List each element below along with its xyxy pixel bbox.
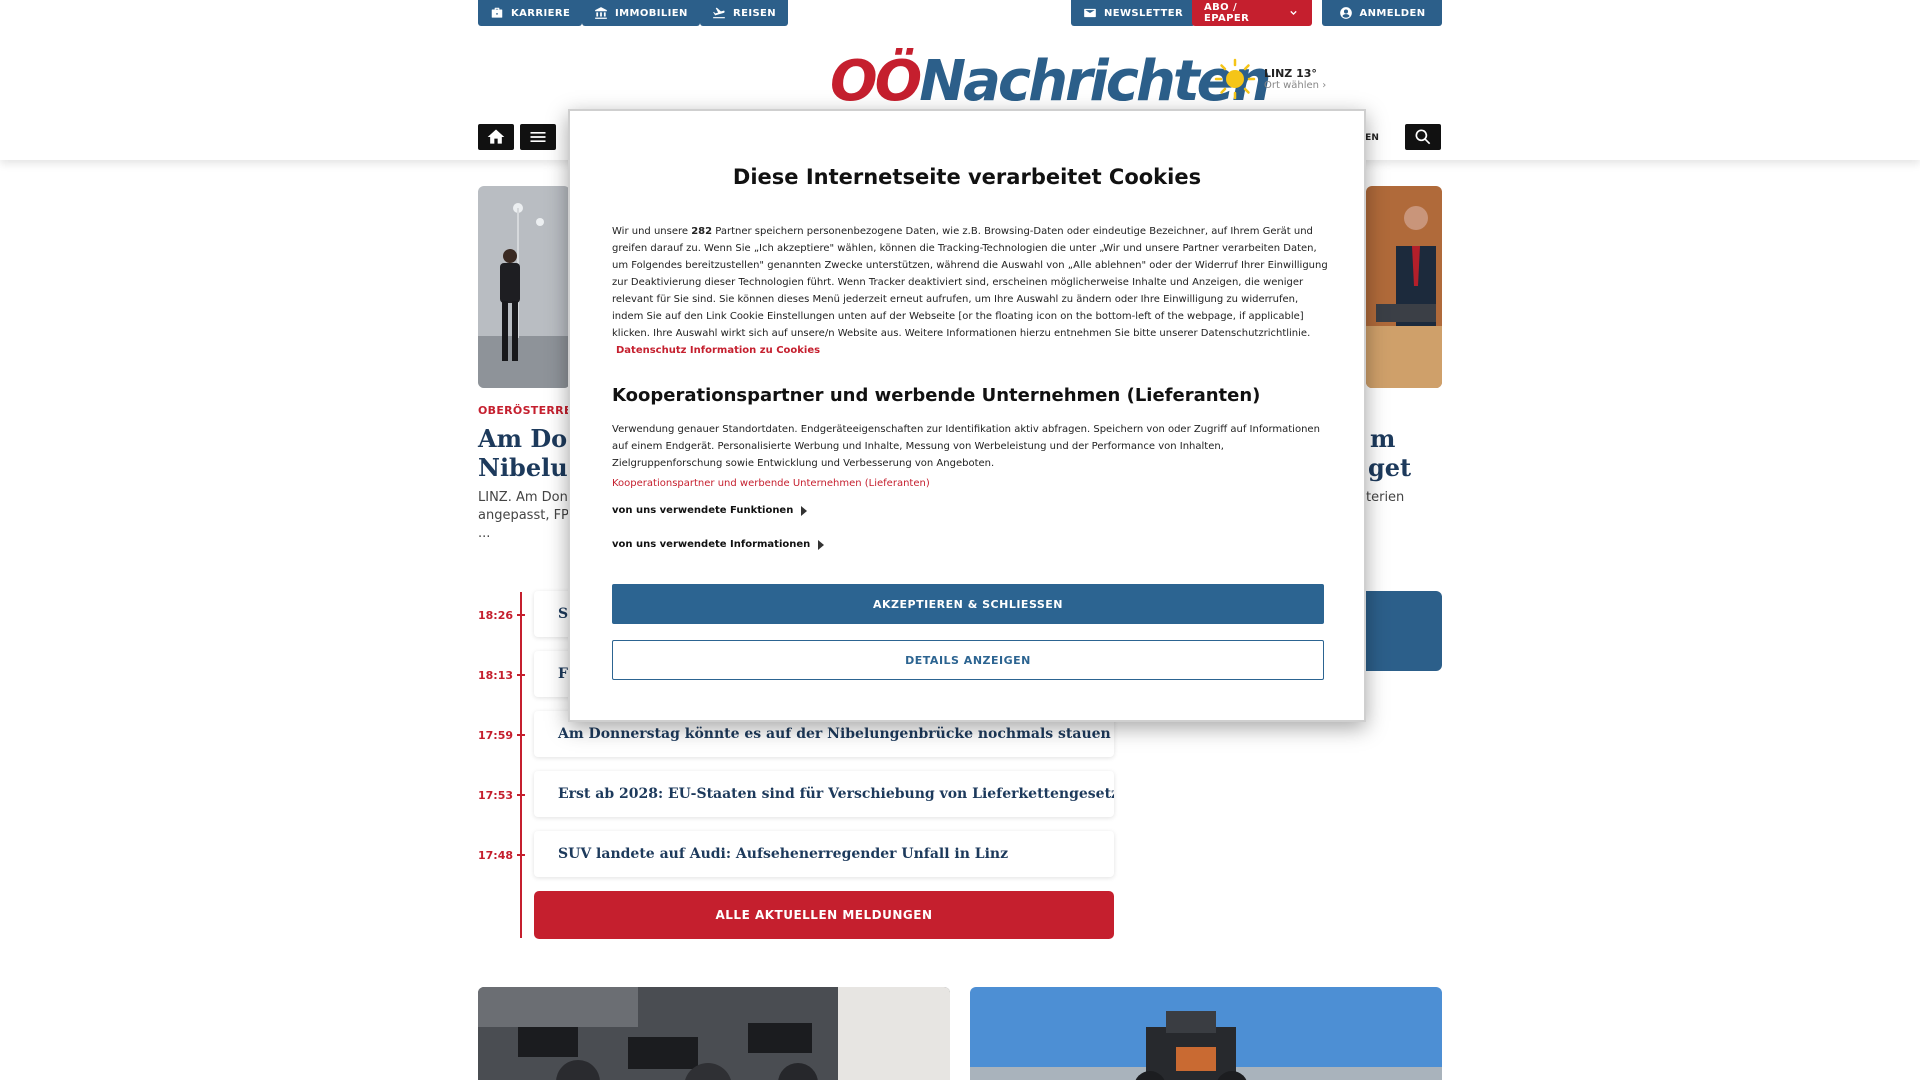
- hamburger-icon: [530, 132, 546, 142]
- ticker-time: 17:59: [478, 729, 514, 742]
- ticker-dash: [517, 854, 525, 856]
- chevron-down-icon: [1290, 10, 1297, 16]
- logo-oo: OÖ: [830, 49, 922, 114]
- weather-text: LINZ 13° Ort wählen ›: [1264, 67, 1326, 91]
- ticker-time: 17:53: [478, 789, 514, 802]
- informations-label: von uns verwendete Informationen: [612, 539, 811, 550]
- karriere-button[interactable]: KARRIERE: [478, 0, 583, 26]
- immobilien-button[interactable]: IMMOBILIEN: [582, 0, 700, 26]
- abo-label: ABO / EPAPER: [1204, 2, 1250, 24]
- anmelden-button[interactable]: ANMELDEN: [1322, 0, 1442, 26]
- informations-expander[interactable]: von uns verwendete Informationen: [612, 539, 825, 550]
- weather-location-picker[interactable]: Ort wählen ›: [1264, 80, 1326, 91]
- article-left-kicker: OBERÖSTERREI: [478, 404, 577, 417]
- immobilien-label: IMMOBILIEN: [615, 7, 688, 19]
- search-button[interactable]: [1405, 124, 1441, 150]
- weather-widget[interactable]: LINZ 13° Ort wählen ›: [1214, 58, 1326, 100]
- article-right-headline[interactable]: m get: [1368, 424, 1411, 482]
- cookie-description: Wir und unsere 282 Partner speichern per…: [612, 223, 1328, 359]
- ticker-time: 17:48: [478, 849, 514, 862]
- press-cameras-photo: [478, 987, 950, 1080]
- teaser-line-3: ...: [478, 526, 491, 541]
- cookie-title: Diese Internetseite verarbeitet Cookies: [732, 165, 1202, 189]
- ticker-title: Am Donnerstag könnte es auf der Nibelung…: [558, 726, 1111, 742]
- partners-description: Verwendung genauer Standortdaten. Endger…: [612, 424, 1320, 469]
- ticker-timeline: [520, 592, 522, 938]
- home-icon: [487, 129, 505, 144]
- ticker-title: Erst ab 2028: EU-Staaten sind für Versch…: [558, 786, 1114, 802]
- newsletter-button[interactable]: NEWSLETTER: [1071, 0, 1196, 26]
- ticker-time: 18:13: [478, 669, 514, 682]
- article-right-teaser: terien: [1366, 490, 1405, 505]
- cookie-body-pre: Wir und unsere: [612, 226, 689, 237]
- plane-icon: [713, 7, 725, 19]
- newsletter-label: NEWSLETTER: [1104, 7, 1184, 19]
- reisen-label: REISEN: [733, 7, 777, 19]
- caret-right-icon: [818, 539, 825, 550]
- bottom-left-image[interactable]: [478, 987, 950, 1080]
- bank-icon: [595, 7, 607, 19]
- partners-link[interactable]: Kooperationspartner und werbende Unterne…: [612, 478, 930, 489]
- teaser-line-2: angepasst, FPÖ: [478, 508, 580, 523]
- ticker-title: F: [558, 666, 568, 682]
- caret-right-icon: [801, 505, 808, 516]
- all-news-button[interactable]: ALLE AKTUELLEN MELDUNGEN: [534, 891, 1114, 939]
- abo-epaper-dropdown[interactable]: ABO / EPAPER: [1192, 0, 1312, 26]
- article-left-teaser: LINZ. Am Donn angepasst, FPÖ ...: [478, 489, 579, 543]
- mail-icon: [1084, 8, 1096, 18]
- ticker-dash: [517, 734, 525, 736]
- accept-and-close-button[interactable]: AKZEPTIEREN & SCHLIESSEN: [612, 584, 1324, 624]
- ticker-title: S: [558, 606, 569, 622]
- ticker-dash: [517, 674, 525, 676]
- site-logo[interactable]: OÖNachrichten: [830, 49, 1271, 114]
- functions-label: von uns verwendete Funktionen: [612, 505, 794, 516]
- chevron-right-icon: ›: [1322, 80, 1327, 91]
- show-details-button[interactable]: DETAILS ANZEIGEN: [612, 640, 1324, 680]
- partners-heading: Kooperationspartner und werbende Unterne…: [612, 385, 1261, 406]
- woman-walking-photo: [478, 186, 570, 388]
- headline-right-line-2: get: [1368, 453, 1412, 482]
- ticker-item[interactable]: SUV landete auf Audi: Aufsehenerregender…: [534, 831, 1114, 877]
- cookie-consent-dialog: Diese Internetseite verarbeitet Cookies …: [568, 109, 1366, 722]
- cookie-body-post: Partner speichern personenbezogene Daten…: [612, 226, 1328, 339]
- user-icon: [1339, 7, 1352, 19]
- anmelden-label: ANMELDEN: [1359, 7, 1426, 19]
- ticker-time: 18:26: [478, 609, 514, 622]
- teaser-line-1: LINZ. Am Donn: [478, 490, 577, 505]
- privacy-info-link[interactable]: Datenschutz Information zu Cookies: [616, 345, 820, 356]
- tractor-photo: [970, 987, 1442, 1080]
- ticker-dash: [517, 794, 525, 796]
- bottom-right-image[interactable]: [970, 987, 1442, 1080]
- article-left-image[interactable]: [478, 186, 570, 388]
- sun-icon: [1214, 58, 1256, 100]
- ticker-item[interactable]: Erst ab 2028: EU-Staaten sind für Versch…: [534, 771, 1114, 817]
- search-icon: [1415, 129, 1431, 145]
- ticker-dash: [517, 614, 525, 616]
- partner-count: 282: [691, 226, 713, 237]
- article-right-image[interactable]: [1366, 186, 1442, 388]
- home-button[interactable]: [478, 124, 514, 150]
- weather-pick-label: Ort wählen: [1264, 80, 1319, 91]
- karriere-label: KARRIERE: [511, 7, 571, 19]
- menu-button[interactable]: [520, 124, 556, 150]
- weather-city: LINZ 13°: [1264, 67, 1317, 80]
- briefcase-icon: [491, 7, 503, 18]
- headline-right-line-1: m: [1370, 424, 1396, 453]
- reisen-button[interactable]: REISEN: [700, 0, 789, 26]
- functions-expander[interactable]: von uns verwendete Funktionen: [612, 505, 808, 516]
- politician-photo: [1366, 186, 1442, 388]
- ticker-title: SUV landete auf Audi: Aufsehenerregender…: [558, 846, 1009, 862]
